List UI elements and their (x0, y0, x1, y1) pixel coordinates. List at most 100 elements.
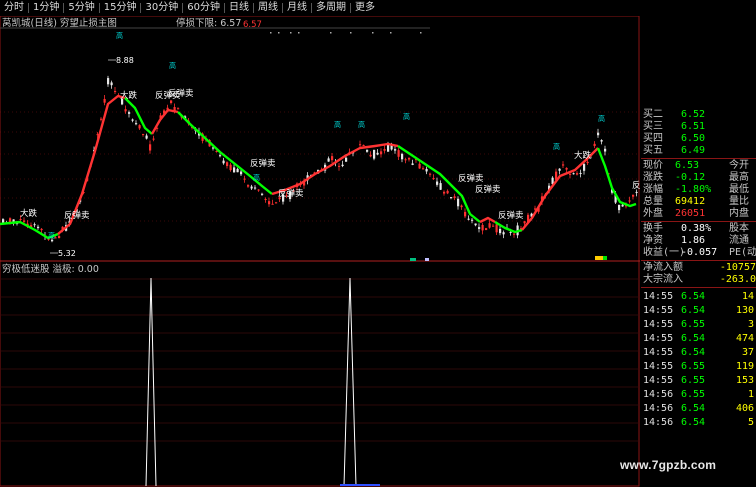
candle-body (366, 149, 369, 152)
candle-body (562, 164, 565, 166)
bid-price: 6.52 (681, 109, 706, 120)
candle-body (268, 201, 271, 205)
period-tab-9[interactable]: 多周期 (312, 0, 350, 16)
candle-body (124, 109, 127, 112)
period-tab-5[interactable]: 60分钟 (183, 0, 224, 16)
quote-stat-row: 涨跌 -0.12 最高 (641, 172, 756, 184)
candle-body (597, 132, 600, 136)
bid-row: 买三 6.51 (641, 121, 756, 133)
stat-label-2: 最低 (729, 184, 749, 195)
header-dot (330, 32, 332, 34)
candle-body (488, 223, 491, 228)
panel-divider-line (641, 287, 756, 288)
tick-price: 6.54 (681, 305, 706, 316)
tick-volume: 5 (747, 417, 754, 428)
candle-body (142, 133, 145, 135)
top-marker: 高 (48, 231, 55, 240)
candle-body (495, 224, 498, 233)
trend-line (397, 145, 481, 223)
period-tab-6[interactable]: 日线 (225, 0, 253, 16)
period-tab-10[interactable]: 更多 (351, 0, 379, 16)
candle-body (254, 187, 257, 189)
candle-body (569, 173, 572, 175)
candle-body (621, 204, 624, 207)
panel-divider-line (641, 158, 756, 159)
candle-body (457, 198, 460, 207)
tick-time: 14:55 (643, 291, 674, 302)
quote-stat-row: 外盘 26051 内盘 (641, 208, 756, 220)
panel-divider-line (641, 221, 756, 222)
stat2-label: 换手 (643, 223, 663, 234)
header-dot (298, 32, 300, 34)
flow-row: 大宗流入 -263.0 (641, 274, 756, 286)
stat-label-2: 量比 (729, 196, 749, 207)
tick-price: 6.54 (681, 291, 706, 302)
tick-time: 14:56 (643, 417, 674, 428)
candle-body (222, 160, 225, 164)
candle-body (523, 221, 526, 224)
flow-value: -10757 (719, 262, 756, 273)
top-marker: 高 (553, 142, 560, 151)
tick-volume: 406 (735, 403, 754, 414)
stat-label: 总量 (643, 196, 663, 207)
period-tab-8[interactable]: 月线 (283, 0, 311, 16)
candle-body (579, 172, 582, 174)
candle-body (152, 138, 155, 140)
stat-value: -0.12 (675, 172, 706, 183)
signal-label: 反弹卖 (250, 158, 276, 169)
tick-row: 14:55 6.54 474 (641, 333, 756, 345)
quote-stat2-row: 收益(一)-0.057 PE(动) (641, 247, 756, 259)
header-dot (290, 32, 292, 34)
signal-spike (343, 277, 357, 487)
period-tab-7[interactable]: 周线 (254, 0, 282, 16)
candle-body (453, 196, 456, 199)
candle-body (513, 233, 516, 235)
candle-body (502, 232, 505, 235)
period-tab-4[interactable]: 30分钟 (141, 0, 182, 16)
candle-body (110, 82, 113, 86)
quote-stat2-row: 净资 1.86 流通 (641, 235, 756, 247)
stat2-value: 0.38% (681, 223, 712, 234)
bid-row: 买五 6.49 (641, 145, 756, 157)
candle-body (593, 143, 596, 147)
tick-price: 6.55 (681, 319, 706, 330)
stat-label-2: 内盘 (729, 208, 749, 219)
candle-body (247, 185, 250, 187)
candle-body (275, 202, 278, 204)
tick-row: 14:55 6.54 14 (641, 291, 756, 303)
indicator-label: 停损下限: 6.57 (176, 18, 242, 29)
candle-body (226, 162, 229, 167)
tick-time: 14:55 (643, 347, 674, 358)
trend-line (479, 216, 496, 224)
candle-body (492, 225, 495, 227)
top-marker: 高 (403, 112, 410, 121)
tick-price: 6.55 (681, 375, 706, 386)
quote-stat-row: 总量 69412 量比 (641, 196, 756, 208)
period-tab-1[interactable]: 1分钟 (29, 0, 63, 16)
candle-body (576, 173, 579, 175)
period-tab-2[interactable]: 5分钟 (64, 0, 98, 16)
candle-body (271, 203, 274, 205)
top-marker: 高 (334, 120, 341, 129)
chart-svg: 8.885.32大跌反弹卖大跌反弹卖反弹卖反弹卖反弹卖反弹卖反弹卖大跌反弹反弹卖… (0, 16, 640, 487)
candle-body (383, 149, 386, 151)
tick-time: 14:55 (643, 319, 674, 330)
tick-row: 14:55 6.55 3 (641, 319, 756, 331)
candle-body (128, 112, 131, 114)
candle-body (628, 200, 631, 202)
period-tab-3[interactable]: 15分钟 (100, 0, 141, 16)
tick-row: 14:55 6.54 37 (641, 347, 756, 359)
candle-body (359, 144, 362, 146)
candle-body (236, 168, 239, 173)
bid-price: 6.51 (681, 121, 706, 132)
period-tab-0[interactable]: 分时 (0, 0, 28, 16)
candle-body (474, 223, 477, 226)
candle-body (369, 154, 372, 157)
candle-body (481, 224, 484, 231)
app-root: 分时 1分钟 5分钟 15分钟 30分钟 60分钟 日线 周线 月线 多周期 更多 8.88 5.32… (0, 0, 756, 487)
tick-row: 14:55 6.54 130 (641, 305, 756, 317)
tick-volume: 14 (741, 291, 754, 302)
volume-tick (425, 258, 429, 261)
volume-tick (603, 256, 607, 260)
candle-body (373, 149, 376, 159)
